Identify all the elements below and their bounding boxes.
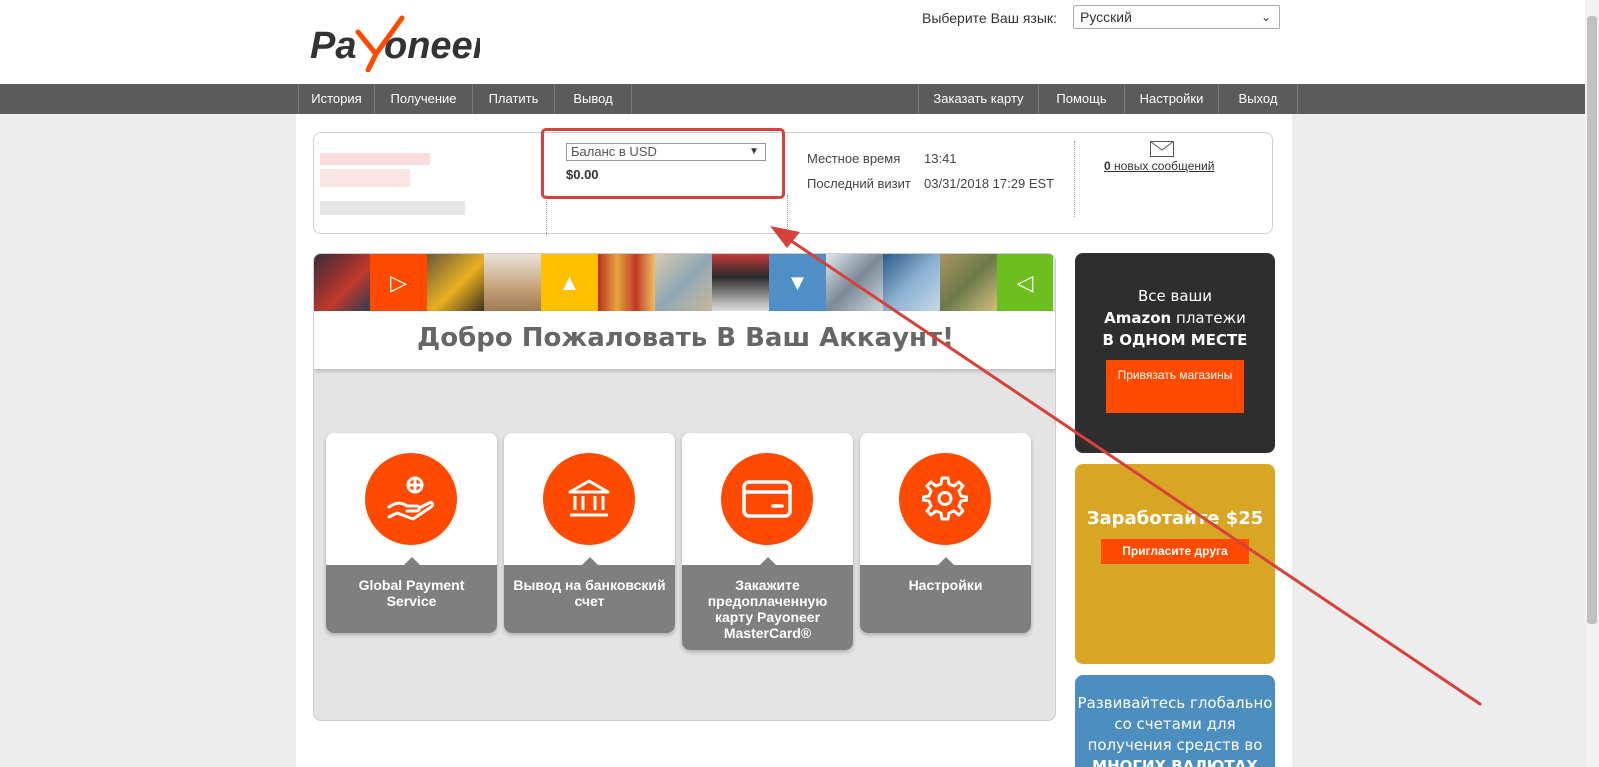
back-tile: ◁ <box>997 254 1053 311</box>
svg-text:oneer: oneer <box>384 25 480 67</box>
nav-item-pay[interactable]: Платить <box>472 84 554 114</box>
card-label: Вывод на банковский счет <box>513 577 666 609</box>
main-nav: История Получение Платить Вывод Заказать… <box>0 84 1585 114</box>
promo-global-bold: МНОГИХ ВАЛЮТАХ <box>1092 757 1258 767</box>
up-tile: ▲ <box>541 254 598 311</box>
svg-text:Pa: Pa <box>310 25 356 67</box>
local-time-label: Местное время <box>807 151 901 166</box>
play-back-outline-icon: ◁ <box>1016 269 1034 295</box>
card-label: Закажите предоплаченную карту Payoneer M… <box>707 577 828 641</box>
blurred-account-id <box>320 201 465 215</box>
card-bank-withdraw[interactable]: Вывод на банковский счет <box>504 433 675 633</box>
welcome-title-bar: Добро Пожаловать В Ваш Аккаунт! <box>314 311 1055 369</box>
card-order-prepaid[interactable]: Закажите предоплаченную карту Payoneer M… <box>682 433 853 650</box>
card-footer: Закажите предоплаченную карту Payoneer M… <box>682 557 853 650</box>
triangle-up-icon: ▲ <box>558 269 581 295</box>
card-label: Global Payment Service <box>358 577 465 609</box>
nav-item-help[interactable]: Помощь <box>1038 84 1124 114</box>
promo-line: Amazon платежи <box>1075 307 1275 329</box>
nav-item-history[interactable]: История <box>298 84 374 114</box>
credit-card-icon <box>721 453 813 545</box>
promo-global[interactable]: Развивайтесь глобально со счетами для по… <box>1075 675 1275 767</box>
welcome-title: Добро Пожаловать В Ваш Аккаунт! <box>417 323 954 353</box>
photo-tile-banknotes <box>655 254 712 311</box>
photo-tile-woman <box>712 254 769 311</box>
card-footer: Настройки <box>860 557 1031 633</box>
photo-tile-euros <box>940 254 997 311</box>
promo-line: В ОДНОМ МЕСТЕ <box>1102 331 1248 349</box>
photo-tile-taxi <box>427 254 484 311</box>
card-settings[interactable]: Настройки <box>860 433 1031 633</box>
card-footer: Global Payment Service <box>326 557 497 633</box>
photo-tile-buildings <box>883 254 940 311</box>
language-selected-value: Русский <box>1080 9 1132 25</box>
envelope-icon[interactable] <box>1150 141 1174 157</box>
payments-word: платежи <box>1176 309 1246 327</box>
blurred-name-2 <box>320 169 410 187</box>
nav-item-logout[interactable]: Выход <box>1218 84 1298 114</box>
triangle-down-icon: ▼ <box>786 269 809 295</box>
annotation-highlight-box <box>541 128 785 199</box>
hand-globe-icon <box>365 453 457 545</box>
page-scrollbar[interactable] <box>1585 0 1599 767</box>
promo-global-text: Развивайтесь глобально со счетами для по… <box>1075 693 1275 767</box>
gear-icon <box>899 453 991 545</box>
referral-title: Заработайте $25 <box>1086 508 1264 529</box>
card-footer: Вывод на банковский счет <box>504 557 675 633</box>
language-select[interactable]: Русский ⌄ <box>1073 5 1280 29</box>
local-time-value: 13:41 <box>924 151 957 166</box>
payoneer-logo[interactable]: Pa oneer <box>310 14 480 72</box>
nav-item-withdraw[interactable]: Вывод <box>554 84 632 114</box>
nav-item-settings[interactable]: Настройки <box>1124 84 1218 114</box>
messages-text: новых сообщений <box>1114 159 1215 173</box>
card-global-payment-service[interactable]: Global Payment Service <box>326 433 497 633</box>
photo-tile-office <box>826 254 883 311</box>
promo-amazon[interactable]: Все ваши Amazon платежи В ОДНОМ МЕСТЕ Пр… <box>1075 253 1275 453</box>
divider <box>1074 141 1075 217</box>
card-label: Настройки <box>908 577 983 593</box>
photo-tile-dolls <box>598 254 655 311</box>
messages-count: 0 <box>1104 159 1111 173</box>
link-stores-button[interactable]: Привязать магазины <box>1106 360 1244 413</box>
promo-referral[interactable]: Заработайте $25 Пригласите друга <box>1075 464 1275 664</box>
play-tile: ▷ <box>370 254 427 311</box>
photo-tile-city <box>314 254 370 311</box>
promo-global-line: Развивайтесь глобально со счетами для по… <box>1077 694 1273 754</box>
photo-tile-pyramids <box>484 254 541 311</box>
new-messages-link[interactable]: 0 новых сообщений <box>1104 159 1214 173</box>
bank-icon <box>543 453 635 545</box>
photo-strip: ▷ ▲ ▼ ◁ <box>314 254 1055 311</box>
amazon-word: Amazon <box>1104 309 1172 327</box>
promo-amazon-text: Все ваши Amazon платежи В ОДНОМ МЕСТЕ <box>1075 285 1275 351</box>
chevron-down-icon: ⌄ <box>1260 10 1271 24</box>
top-header: Pa oneer Выберите Ваш язык: Русский ⌄ <box>0 0 1585 84</box>
last-visit-value: 03/31/2018 17:29 EST <box>924 176 1055 191</box>
account-info-box: Баланс в USD ▼ $0.00 Местное время 13:41… <box>313 132 1273 235</box>
scrollbar-thumb[interactable] <box>1587 16 1597 624</box>
divider <box>546 195 547 235</box>
nav-item-order-card[interactable]: Заказать карту <box>918 84 1038 114</box>
invite-friend-button[interactable]: Пригласите друга <box>1101 539 1249 564</box>
promo-line: Все ваши <box>1137 287 1213 305</box>
play-outline-icon: ▷ <box>390 269 407 295</box>
language-label: Выберите Ваш язык: <box>922 10 1057 26</box>
down-tile: ▼ <box>769 254 826 311</box>
nav-item-receive[interactable]: Получение <box>374 84 472 114</box>
welcome-panel: ▷ ▲ ▼ ◁ Добро Пожаловать В Ваш Аккаунт! … <box>313 253 1056 721</box>
divider <box>787 195 788 235</box>
blurred-name <box>320 153 430 165</box>
last-visit-label: Последний визит <box>807 176 911 191</box>
